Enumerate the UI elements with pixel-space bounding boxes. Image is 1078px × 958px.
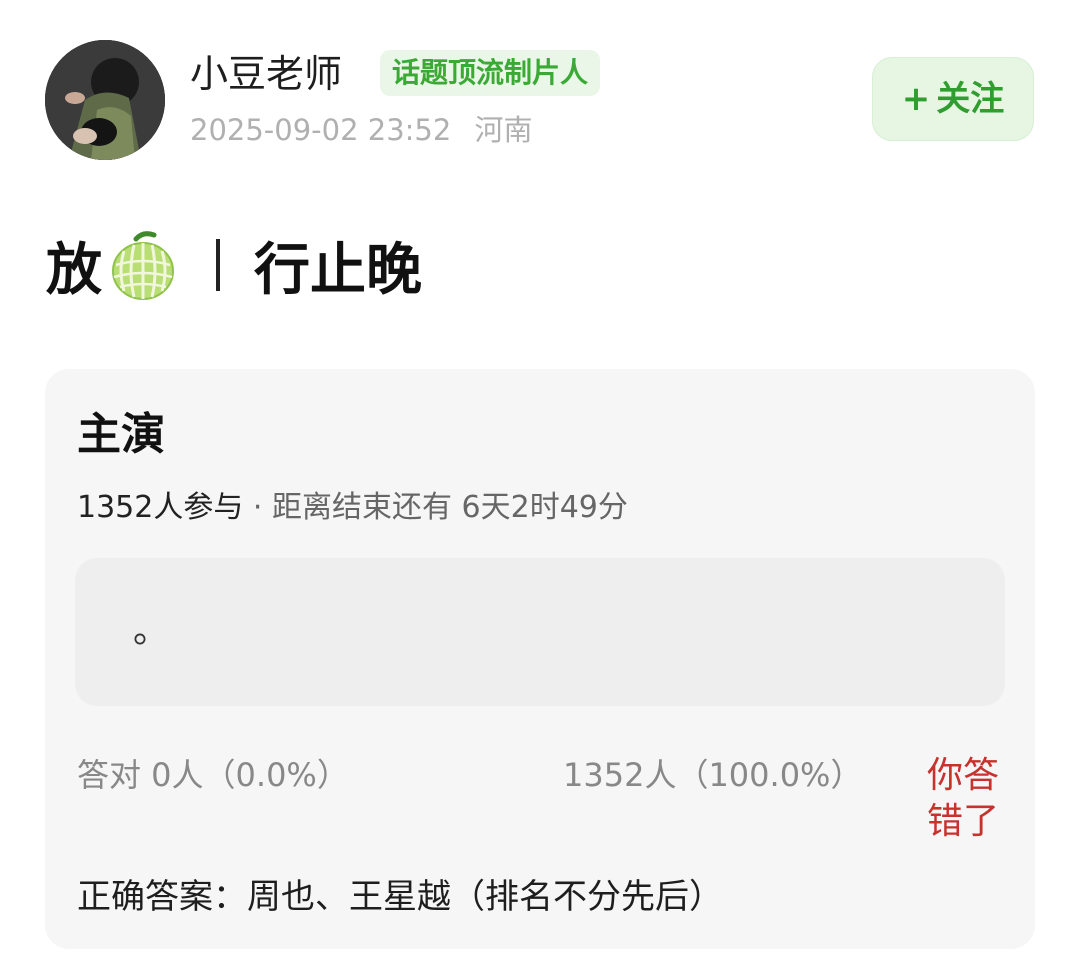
stats-correct: 答对 0人（0.0%） <box>77 756 349 794</box>
username[interactable]: 小豆老师 <box>190 48 342 100</box>
answer-option[interactable]: 。 <box>75 558 1005 706</box>
user-badge: 话题顶流制片人 <box>380 50 601 96</box>
post-meta: 2025-09-02 23:52 河南 <box>190 110 533 150</box>
post-title: 放 行止晚 <box>46 224 422 306</box>
stats-option: 1352人（100.0%） <box>563 756 863 794</box>
quiz-countdown: · 距离结束还有 6天2时49分 <box>252 490 628 525</box>
follow-button[interactable]: + 关注 <box>872 57 1034 141</box>
post-title-part2: 行止晚 <box>254 237 422 303</box>
plus-icon: + <box>901 79 931 119</box>
quiz-participants: 1352人参与 · 距离结束还有 6天2时49分 <box>77 487 628 529</box>
melon-icon <box>110 229 176 301</box>
correct-answer: 正确答案：周也、王星越（排名不分先后） <box>77 877 723 917</box>
post-title-part1: 放 <box>46 237 102 303</box>
avatar[interactable] <box>45 40 165 160</box>
participant-count: 1352人参与 <box>77 490 244 525</box>
post-timestamp: 2025-09-02 23:52 <box>190 113 452 147</box>
follow-label: 关注 <box>936 79 1005 119</box>
post-location: 河南 <box>474 113 533 147</box>
user-avatar-photo <box>45 40 165 160</box>
quiz-title: 主演 <box>77 409 165 460</box>
title-divider <box>216 239 220 291</box>
result-label: 你答错了 <box>927 755 1000 842</box>
answer-option-text: 。 <box>133 610 170 651</box>
quiz-card: 主演 1352人参与 · 距离结束还有 6天2时49分 。 答对 0人（0.0%… <box>45 369 1035 949</box>
